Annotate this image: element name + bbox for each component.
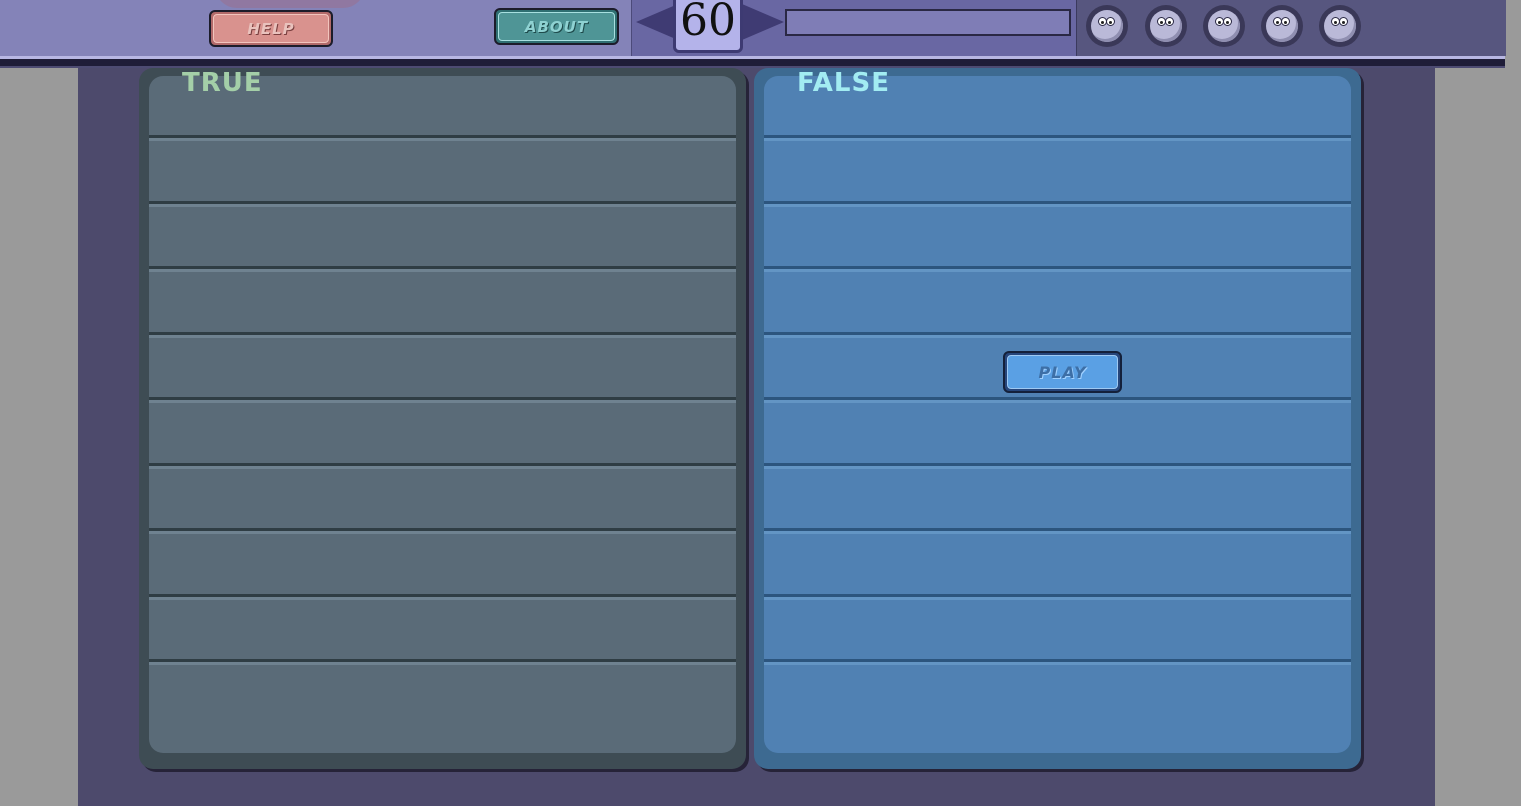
about-button[interactable]: ABOUT xyxy=(494,8,619,45)
play-button[interactable]: PLAY xyxy=(1003,351,1122,393)
top-bar-divider-dark xyxy=(0,59,1505,66)
true-panel-row[interactable] xyxy=(149,666,736,728)
false-panel-row[interactable] xyxy=(764,404,1351,466)
false-panel-row[interactable] xyxy=(764,273,1351,335)
timer-value: 60 xyxy=(680,0,736,46)
true-panel-row[interactable] xyxy=(149,142,736,204)
true-panel-title: TRUE xyxy=(182,68,263,98)
true-panel-row[interactable] xyxy=(149,404,736,466)
true-panel-row[interactable] xyxy=(149,535,736,597)
false-panel-row[interactable] xyxy=(764,469,1351,531)
help-button-label: HELP xyxy=(213,14,329,43)
about-button-label: ABOUT xyxy=(498,12,615,41)
true-panel-row[interactable] xyxy=(149,338,736,400)
true-panel-row[interactable] xyxy=(149,273,736,335)
life-face-icon xyxy=(1319,5,1361,47)
play-button-label: PLAY xyxy=(1007,355,1118,389)
true-panel-body xyxy=(149,76,736,753)
logo-swoosh xyxy=(215,0,365,8)
true-panel[interactable]: TRUE xyxy=(139,68,746,769)
false-panel[interactable]: FALSE xyxy=(754,68,1361,769)
false-panel-row[interactable] xyxy=(764,207,1351,269)
life-face-icon xyxy=(1203,5,1245,47)
false-panel-row[interactable] xyxy=(764,142,1351,204)
false-panel-title: FALSE xyxy=(797,68,890,98)
true-panel-row[interactable] xyxy=(149,600,736,662)
true-panel-row[interactable] xyxy=(149,207,736,269)
false-panel-row[interactable] xyxy=(764,600,1351,662)
timer-display: 60 xyxy=(673,0,743,53)
time-progress-bar xyxy=(785,9,1071,36)
false-panel-row[interactable] xyxy=(764,535,1351,597)
life-face-icon xyxy=(1086,5,1128,47)
false-panel-body xyxy=(764,76,1351,753)
life-face-icon xyxy=(1261,5,1303,47)
life-face-icon xyxy=(1145,5,1187,47)
help-button[interactable]: HELP xyxy=(209,10,333,47)
true-panel-row[interactable] xyxy=(149,469,736,531)
false-panel-row[interactable] xyxy=(764,666,1351,728)
